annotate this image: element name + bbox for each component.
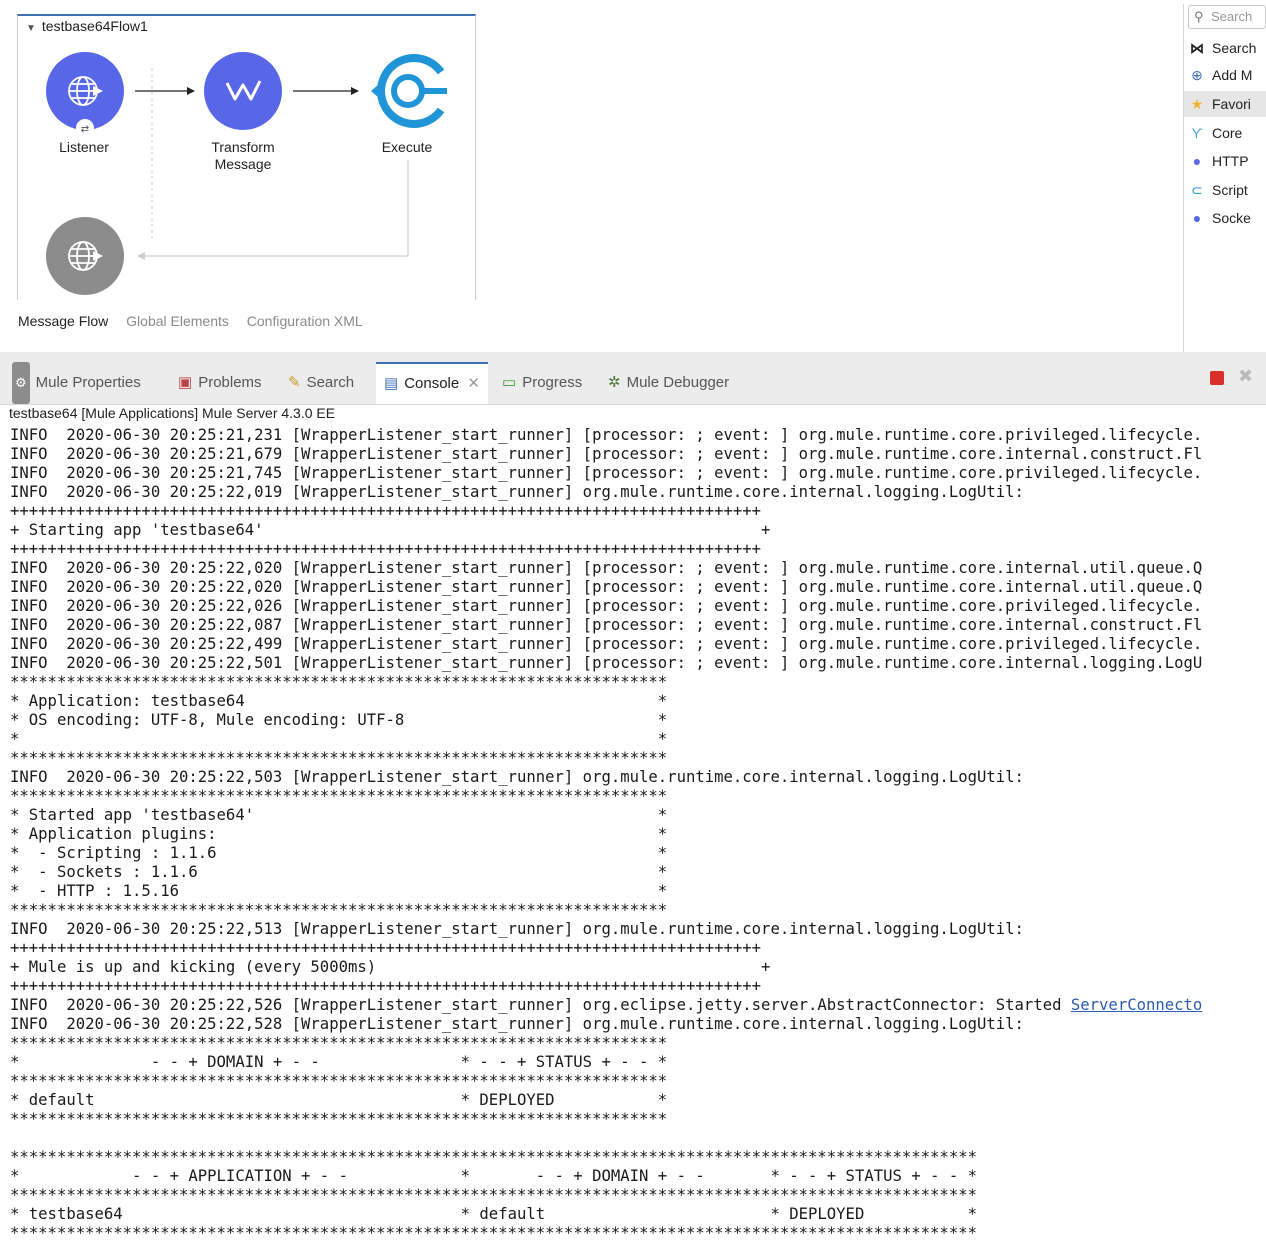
console-line: * default * DEPLOYED *	[10, 1091, 668, 1109]
progress-icon: ▭	[502, 374, 517, 391]
svg-text:⇄: ⇄	[81, 124, 89, 135]
tab-global-elements[interactable]: Global Elements	[126, 313, 229, 329]
response-node[interactable]	[46, 217, 124, 295]
script-icon	[371, 54, 447, 128]
console-line: * - Scripting : 1.1.6 *	[10, 844, 668, 862]
search-in-exchange-icon: ⋈	[1190, 40, 1204, 56]
console-line: * Application plugins: *	[10, 825, 668, 843]
console-line: ****************************************…	[10, 749, 668, 767]
execute-label: Execute	[381, 139, 433, 155]
editor-view-tabs: Message Flow Global Elements Configurati…	[18, 313, 377, 329]
transform-message-node[interactable]	[204, 52, 282, 130]
tab-configuration-xml[interactable]: Configuration XML	[247, 313, 363, 329]
console-line: INFO 2020-06-30 20:25:22,019 [WrapperLis…	[10, 483, 1024, 501]
console-line: ++++++++++++++++++++++++++++++++++++++++…	[10, 939, 762, 957]
collapse-triangle-icon[interactable]: ▼	[26, 23, 36, 34]
console-line: ****************************************…	[10, 1224, 977, 1242]
star-icon: ★	[1190, 96, 1204, 112]
console-line: * - Sockets : 1.1.6 *	[10, 863, 668, 881]
tab-progress[interactable]: ▭ Progress	[502, 362, 582, 404]
console-line: ****************************************…	[10, 787, 668, 805]
console-line: INFO 2020-06-30 20:25:22,020 [WrapperLis…	[10, 559, 1203, 577]
listener-label: Listener	[59, 139, 109, 155]
script-icon: ⊂	[1191, 182, 1203, 198]
core-icon: ϒ	[1191, 125, 1203, 141]
console-line: ****************************************…	[10, 1148, 977, 1166]
search-icon: ✎	[288, 374, 301, 391]
server-connector-link[interactable]: ServerConnecto	[1071, 996, 1202, 1014]
console-line: ****************************************…	[10, 1110, 668, 1128]
flow-title[interactable]: ▼ testbase64Flow1	[26, 18, 148, 34]
palette-item-search-exchange[interactable]: ⋈ Search	[1188, 35, 1266, 61]
console-line: INFO 2020-06-30 20:25:22,501 [WrapperLis…	[10, 654, 1203, 672]
console-line: INFO 2020-06-30 20:25:22,087 [WrapperLis…	[10, 616, 1203, 634]
console-header: testbase64 [Mule Applications] Mule Serv…	[9, 405, 336, 421]
console-icon: ▤	[384, 375, 399, 392]
console-text: INFO 2020-06-30 20:25:21,231 [WrapperLis…	[10, 426, 1266, 1243]
console-line: * OS encoding: UTF-8, Mule encoding: UTF…	[10, 711, 668, 729]
console-line: INFO 2020-06-30 20:25:22,526 [WrapperLis…	[10, 996, 1203, 1014]
console-line: + Mule is up and kicking (every 5000ms) …	[10, 958, 771, 976]
console-output[interactable]: INFO 2020-06-30 20:25:21,231 [WrapperLis…	[10, 426, 1266, 1248]
palette-item-core[interactable]: ϒ Core	[1188, 120, 1266, 146]
tab-console[interactable]: ▤ Console ✕	[376, 362, 488, 404]
tab-problems[interactable]: ▣ Problems	[178, 362, 262, 404]
gear-icon: ⚙	[12, 362, 30, 404]
console-line: ****************************************…	[10, 1186, 977, 1204]
bug-icon: ✲	[608, 374, 621, 391]
console-line: INFO 2020-06-30 20:25:21,745 [WrapperLis…	[10, 464, 1203, 482]
tab-search[interactable]: ✎ Search	[288, 362, 354, 404]
tab-mule-properties[interactable]: ⚙ Mule Properties	[12, 362, 141, 404]
transform-message-label: Transform Message	[211, 139, 275, 172]
palette-item-scripting[interactable]: ⊂ Script	[1188, 177, 1266, 203]
search-icon: ⚲	[1194, 9, 1204, 24]
console-line: ****************************************…	[10, 901, 668, 919]
close-icon[interactable]: ✕	[467, 375, 480, 392]
console-line: INFO 2020-06-30 20:25:22,020 [WrapperLis…	[10, 578, 1203, 596]
palette-search-input[interactable]: ⚲ Search	[1188, 5, 1266, 29]
palette-item-sockets[interactable]: ● Socke	[1188, 205, 1266, 231]
console-line: ++++++++++++++++++++++++++++++++++++++++…	[10, 502, 762, 520]
add-icon: ⊕	[1191, 67, 1203, 83]
console-line: INFO 2020-06-30 20:25:22,513 [WrapperLis…	[10, 920, 1024, 938]
console-line: ++++++++++++++++++++++++++++++++++++++++…	[10, 540, 762, 558]
console-line: ++++++++++++++++++++++++++++++++++++++++…	[10, 977, 762, 995]
console-line: * Started app 'testbase64' *	[10, 806, 668, 824]
console-line: INFO 2020-06-30 20:25:21,679 [WrapperLis…	[10, 445, 1203, 463]
return-path	[142, 160, 409, 257]
console-line: INFO 2020-06-30 20:25:22,499 [WrapperLis…	[10, 635, 1203, 653]
terminate-icon[interactable]	[1210, 371, 1224, 385]
console-line: ****************************************…	[10, 673, 668, 691]
console-line: INFO 2020-06-30 20:25:21,231 [WrapperLis…	[10, 426, 1203, 444]
execute-node[interactable]	[371, 54, 447, 128]
panel-separator[interactable]	[0, 352, 1266, 362]
console-line: * Application: testbase64 *	[10, 692, 668, 710]
console-line: INFO 2020-06-30 20:25:22,528 [WrapperLis…	[10, 1015, 1024, 1033]
console-line: INFO 2020-06-30 20:25:22,026 [WrapperLis…	[10, 597, 1203, 615]
console-line: * - - + APPLICATION + - - * - - + DOMAIN…	[10, 1167, 977, 1185]
problems-icon: ▣	[178, 374, 193, 391]
console-line: + Starting app 'testbase64' +	[10, 521, 771, 539]
listener-node[interactable]: ⇄	[46, 52, 124, 137]
http-icon: ●	[1192, 153, 1202, 169]
remove-launch-icon[interactable]: ✖	[1238, 366, 1253, 387]
console-line: * testbase64 * default * DEPLOYED *	[10, 1205, 977, 1223]
console-line: * *	[10, 730, 668, 748]
console-line: ****************************************…	[10, 1034, 668, 1052]
palette-item-add-modules[interactable]: ⊕ Add M	[1188, 62, 1266, 88]
tab-message-flow[interactable]: Message Flow	[18, 313, 108, 329]
console-line: ****************************************…	[10, 1072, 668, 1090]
console-line: * - HTTP : 1.5.16 *	[10, 882, 668, 900]
palette-item-favorites[interactable]: ★ Favori	[1184, 91, 1266, 117]
sockets-icon: ●	[1192, 210, 1202, 226]
palette-item-http[interactable]: ● HTTP	[1188, 148, 1266, 174]
console-line: * - - + DOMAIN + - - * - - + STATUS + - …	[10, 1053, 668, 1071]
tab-mule-debugger[interactable]: ✲ Mule Debugger	[608, 362, 729, 404]
console-line: INFO 2020-06-30 20:25:22,503 [WrapperLis…	[10, 768, 1024, 786]
